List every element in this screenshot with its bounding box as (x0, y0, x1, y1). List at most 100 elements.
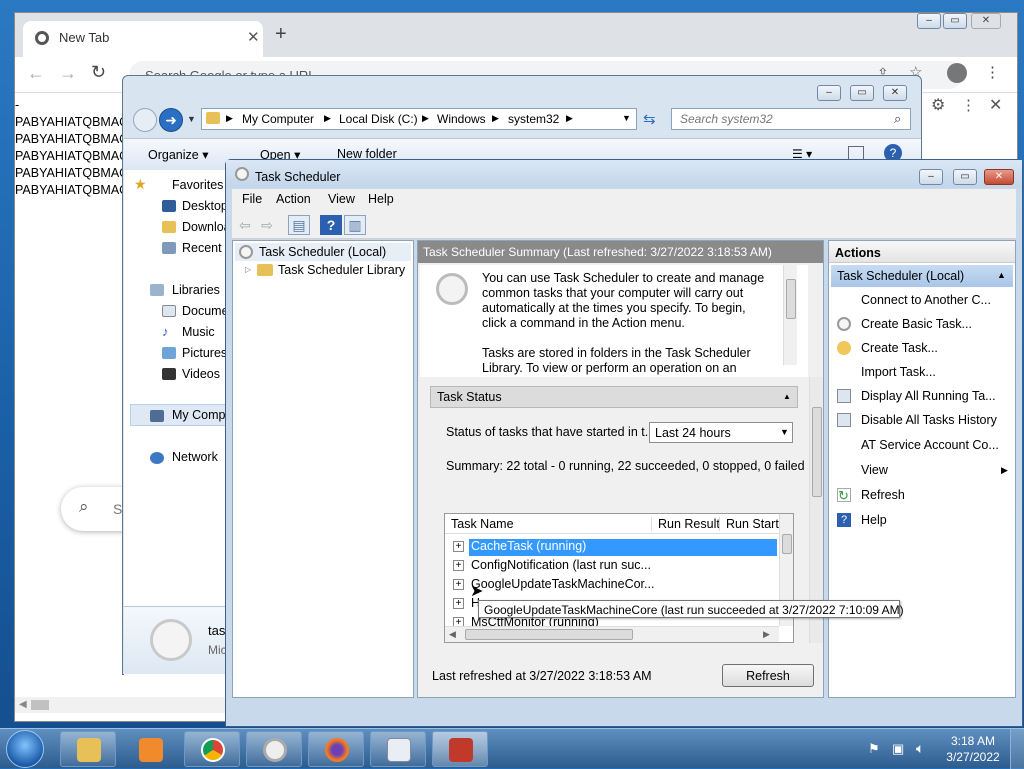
address-dropdown-icon[interactable]: ▼ (622, 113, 631, 123)
minimize-button[interactable]: ‒ (919, 169, 943, 185)
breadcrumb-local-disk[interactable]: Local Disk (C:) (339, 112, 418, 126)
action-display-running[interactable]: Display All Running Ta... (861, 389, 1013, 403)
maximize-button[interactable]: ▭ (943, 13, 967, 29)
expand-icon[interactable]: + (453, 579, 464, 590)
address-bar[interactable]: ▶ My Computer ▶ Local Disk (C:) ▶ Window… (201, 108, 637, 130)
taskbar-firefox[interactable] (308, 731, 364, 767)
horizontal-scrollbar[interactable]: ◀ (15, 697, 225, 713)
collapse-icon[interactable]: ▲ (997, 270, 1006, 280)
close-devtools-icon[interactable]: ✕ (989, 95, 1002, 115)
minimize-button[interactable]: ‒ (817, 85, 841, 101)
nav-favorites[interactable]: Favorites (172, 178, 223, 196)
breadcrumb-my-computer[interactable]: My Computer (242, 112, 314, 126)
network-tray-icon[interactable]: ▣ (892, 741, 904, 757)
action-create-basic-task[interactable]: Create Basic Task... (861, 317, 1013, 331)
menu-help[interactable]: Help (368, 192, 394, 206)
scroll-thumb[interactable] (782, 534, 792, 554)
task-status-header[interactable]: Task Status ▲ (430, 386, 798, 408)
action-create-task[interactable]: Create Task... (861, 341, 1013, 355)
action-disable-history[interactable]: Disable All Tasks History (861, 413, 1013, 427)
breadcrumb-system32[interactable]: system32 (508, 112, 559, 126)
close-tab-icon[interactable]: ✕ (247, 28, 260, 46)
show-hide-action-pane-icon[interactable]: ▥ (344, 215, 366, 235)
menu-view[interactable]: View (328, 192, 355, 206)
scroll-left-icon[interactable]: ◀ (449, 629, 456, 640)
col-run-start[interactable]: Run Start (719, 517, 779, 531)
scroll-thumb[interactable] (31, 700, 49, 710)
refresh-button[interactable]: Refresh (722, 664, 814, 687)
scroll-thumb[interactable] (812, 407, 822, 497)
close-button[interactable]: ✕ (984, 169, 1014, 185)
intro-scrollbar[interactable] (783, 265, 797, 365)
collapse-icon[interactable]: ▲ (783, 392, 791, 401)
action-center-icon[interactable]: ⚑ (868, 741, 880, 757)
start-button-icon[interactable] (6, 730, 44, 768)
minimize-button[interactable]: ‒ (917, 13, 941, 29)
new-tab-icon[interactable]: + (275, 23, 287, 46)
settings-gear-icon[interactable]: ⚙ (931, 95, 945, 115)
clock-date[interactable]: 3/27/2022 (944, 750, 1002, 764)
breadcrumb-windows[interactable]: Windows (437, 112, 486, 126)
nav-network[interactable]: Network (172, 450, 218, 468)
col-task-name[interactable]: Task Name (451, 517, 514, 531)
taskbar-chrome[interactable] (184, 731, 240, 767)
nav-libraries[interactable]: Libraries (172, 283, 220, 301)
table-row[interactable]: + CacheTask (running) (453, 538, 777, 556)
volume-icon[interactable]: 🔈︎ (916, 740, 924, 757)
taskbar-editor[interactable] (370, 731, 426, 767)
nav-music[interactable]: Music (182, 325, 215, 343)
action-import-task[interactable]: Import Task... (861, 365, 1013, 379)
taskbar-explorer[interactable] (60, 731, 116, 767)
expand-icon[interactable]: + (453, 560, 464, 571)
back-arrow-icon[interactable]: ⇦ (234, 215, 256, 235)
back-icon[interactable]: ← (27, 63, 45, 84)
reload-icon[interactable]: ↻ (91, 62, 106, 83)
menu-action[interactable]: Action (276, 192, 311, 206)
scroll-right-icon[interactable]: ▶ (763, 629, 770, 640)
profile-icon[interactable] (947, 63, 967, 83)
taskbar-toolbox[interactable] (432, 731, 488, 767)
scroll-thumb[interactable] (465, 629, 633, 640)
help-icon[interactable]: ? (320, 215, 342, 235)
organize-button[interactable]: Organize ▾ (148, 147, 208, 162)
menu-file[interactable]: File (242, 192, 262, 206)
forward-arrow-icon[interactable]: ⇨ (256, 215, 278, 235)
list-hscrollbar[interactable]: ◀ ▶ (445, 626, 779, 642)
nav-pictures[interactable]: Pictures (182, 346, 227, 364)
expand-icon[interactable]: ▷ (245, 265, 251, 274)
expand-icon[interactable]: + (453, 541, 464, 552)
show-desktop-button[interactable] (1010, 729, 1024, 769)
scroll-left-icon[interactable]: ◀ (19, 699, 27, 710)
back-button-icon[interactable] (133, 108, 157, 132)
forward-button-icon[interactable]: ➜ (159, 108, 183, 132)
clock-time[interactable]: 3:18 AM (950, 734, 996, 748)
action-help[interactable]: Help (861, 513, 1013, 527)
nav-videos[interactable]: Videos (182, 367, 220, 385)
taskbar-task-scheduler[interactable] (246, 731, 302, 767)
col-run-result[interactable]: Run Result (651, 517, 720, 531)
action-at-service[interactable]: AT Service Account Co... (861, 438, 1013, 452)
forward-icon[interactable]: → (59, 63, 77, 84)
action-view[interactable]: View (861, 463, 1013, 477)
maximize-button[interactable]: ▭ (953, 169, 977, 185)
nav-desktop[interactable]: Desktop (182, 199, 228, 217)
menu-icon[interactable]: ⋮ (985, 63, 1000, 81)
preview-pane-icon[interactable] (848, 146, 864, 160)
tree-root[interactable]: Task Scheduler (Local) (259, 245, 386, 259)
close-button[interactable]: ✕ (971, 13, 1001, 29)
recent-pages-icon[interactable]: ▼ (187, 114, 196, 124)
scroll-thumb[interactable] (786, 279, 796, 319)
more-icon[interactable]: ⋮ (961, 96, 976, 114)
maximize-button[interactable]: ▭ (850, 85, 874, 101)
tab-new-tab[interactable]: New Tab ✕ (23, 21, 263, 57)
action-connect[interactable]: Connect to Another C... (861, 293, 1013, 307)
close-button[interactable]: ✕ (883, 85, 907, 101)
action-refresh[interactable]: Refresh (861, 488, 1013, 502)
status-period-select[interactable]: Last 24 hours ▼ (649, 422, 793, 443)
taskbar-media-player[interactable] (122, 731, 178, 767)
actions-section-header[interactable]: Task Scheduler (Local) ▲ (831, 265, 1013, 287)
refresh-icon[interactable]: ⇆ (643, 110, 656, 128)
show-hide-tree-icon[interactable]: ▤ (288, 215, 310, 235)
expand-icon[interactable]: + (453, 598, 464, 609)
tree-library[interactable]: Task Scheduler Library (278, 263, 405, 277)
